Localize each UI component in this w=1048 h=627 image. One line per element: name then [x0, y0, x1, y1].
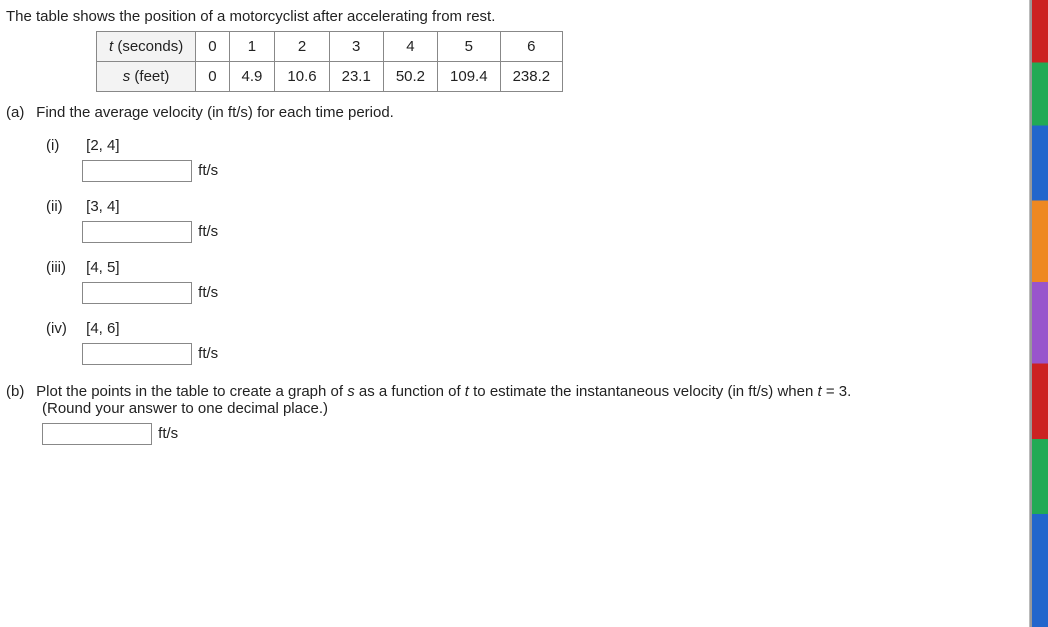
subpart-ii-interval: [3, 4] [86, 198, 119, 215]
subpart-iv: (iv) [4, 6] ft/s [46, 320, 1017, 365]
subpart-i-num: (i) [46, 137, 82, 154]
part-a-label: (a) [6, 104, 32, 121]
answer-input-iv[interactable] [82, 343, 192, 365]
subpart-iii-num: (iii) [46, 259, 82, 276]
answer-input-i[interactable] [82, 160, 192, 182]
subpart-ii-num: (ii) [46, 198, 82, 215]
subpart-iv-num: (iv) [46, 320, 82, 337]
row-s-header: s (feet) [97, 62, 196, 92]
part-b-label: (b) [6, 383, 32, 400]
unit-iv: ft/s [198, 345, 218, 362]
subpart-iii-interval: [4, 5] [86, 259, 119, 276]
answer-input-iii[interactable] [82, 282, 192, 304]
part-a: (a) Find the average velocity (in ft/s) … [6, 104, 1017, 121]
part-b-text1: Plot the points in the table to create a… [36, 383, 851, 400]
s-cell-1: 4.9 [229, 62, 275, 92]
subpart-i: (i) [2, 4] ft/s [46, 137, 1017, 182]
answer-input-ii[interactable] [82, 221, 192, 243]
data-table: t (seconds) 0 1 2 3 4 5 6 s (feet) 0 4.9… [96, 31, 563, 92]
s-cell-6: 238.2 [500, 62, 563, 92]
part-b: (b) Plot the points in the table to crea… [6, 383, 1017, 445]
t-cell-5: 5 [438, 32, 501, 62]
t-cell-6: 6 [500, 32, 563, 62]
unit-i: ft/s [198, 162, 218, 179]
part-b-text2: (Round your answer to one decimal place.… [42, 400, 1017, 417]
part-a-text: Find the average velocity (in ft/s) for … [36, 104, 394, 121]
s-cell-5: 109.4 [438, 62, 501, 92]
unit-iii: ft/s [198, 284, 218, 301]
s-cell-2: 10.6 [275, 62, 329, 92]
subpart-iii: (iii) [4, 5] ft/s [46, 259, 1017, 304]
unit-ii: ft/s [198, 223, 218, 240]
s-cell-3: 23.1 [329, 62, 383, 92]
unit-b: ft/s [158, 425, 178, 442]
t-cell-3: 3 [329, 32, 383, 62]
subpart-ii: (ii) [3, 4] ft/s [46, 198, 1017, 243]
subpart-i-interval: [2, 4] [86, 137, 119, 154]
t-cell-2: 2 [275, 32, 329, 62]
s-cell-0: 0 [196, 62, 229, 92]
t-cell-0: 0 [196, 32, 229, 62]
subpart-iv-interval: [4, 6] [86, 320, 119, 337]
row-t-header: t (seconds) [97, 32, 196, 62]
t-cell-4: 4 [383, 32, 437, 62]
t-cell-1: 1 [229, 32, 275, 62]
problem-intro: The table shows the position of a motorc… [6, 8, 1017, 25]
answer-input-b[interactable] [42, 423, 152, 445]
decorative-side-strip [1030, 0, 1048, 627]
s-cell-4: 50.2 [383, 62, 437, 92]
